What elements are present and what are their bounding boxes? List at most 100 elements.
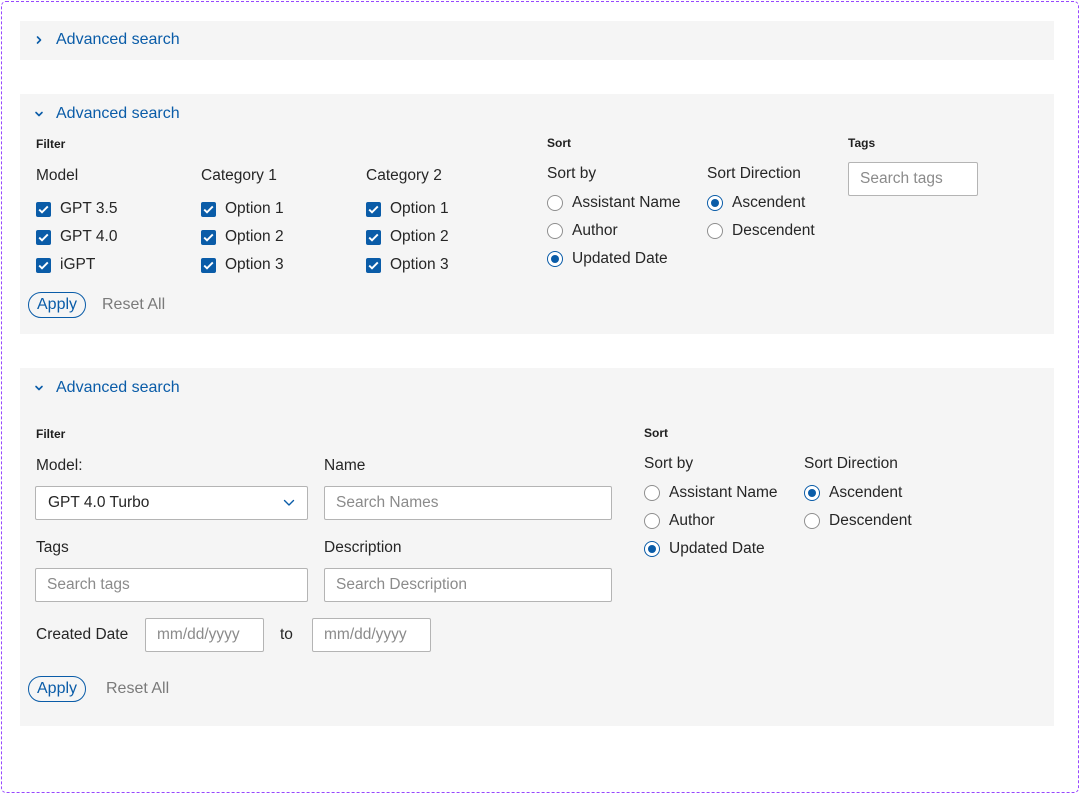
chevron-down-icon (34, 109, 56, 119)
created-date-to-input[interactable] (312, 618, 431, 652)
chevron-right-icon (34, 35, 56, 45)
description-search-input[interactable] (324, 568, 612, 602)
category-2-column-title: Category 2 (366, 167, 442, 184)
tags-search-input[interactable] (35, 568, 308, 602)
sort-section-title: Sort (644, 426, 668, 440)
checkbox-checked-icon (36, 257, 51, 273)
checkbox-category-2-option-2[interactable]: Option 2 (366, 228, 449, 246)
radio-label: Updated Date (669, 540, 765, 557)
checkbox-label: GPT 3.5 (60, 200, 118, 217)
reset-all-button[interactable]: Reset All (102, 292, 165, 318)
checkbox-igpt[interactable]: iGPT (36, 256, 95, 274)
sort-direction-title: Sort Direction (804, 455, 898, 472)
tags-section-title: Tags (848, 136, 876, 150)
checkbox-checked-icon (36, 201, 51, 217)
checkbox-checked-icon (201, 257, 216, 273)
sort-by-title: Sort by (644, 455, 694, 472)
tags-label: Tags (36, 539, 69, 556)
radio-updated-date[interactable]: Updated Date (547, 250, 668, 268)
checkbox-checked-icon (366, 201, 381, 217)
radio-label: Ascendent (732, 194, 806, 211)
apply-button[interactable]: Apply (28, 292, 87, 318)
checkbox-checked-icon (201, 201, 216, 217)
model-select-value: GPT 4.0 Turbo (48, 494, 150, 511)
checkbox-checked-icon (36, 229, 51, 245)
advanced-search-label: Advanced search (56, 31, 180, 48)
radio-selected-icon (804, 485, 820, 501)
checkbox-category-2-option-1[interactable]: Option 1 (366, 200, 449, 218)
radio-selected-icon (644, 541, 660, 557)
radio-label: Updated Date (572, 250, 668, 267)
radio-author[interactable]: Author (644, 512, 715, 530)
checkbox-label: iGPT (60, 256, 96, 273)
checkbox-gpt-3-5[interactable]: GPT 3.5 (36, 200, 117, 218)
radio-label: Descendent (732, 222, 815, 239)
apply-button[interactable]: Apply (28, 676, 87, 702)
radio-author[interactable]: Author (547, 222, 618, 240)
name-label: Name (324, 457, 366, 474)
checkbox-label: Option 2 (390, 228, 449, 245)
model-label: Model: (36, 457, 83, 474)
advanced-search-toggle[interactable]: Advanced search (34, 379, 180, 397)
radio-label: Author (669, 512, 715, 529)
advanced-search-panel-expanded: Advanced search Filter Model: GPT 4.0 Tu… (20, 368, 1054, 726)
checkbox-category-2-option-3[interactable]: Option 3 (366, 256, 449, 274)
advanced-search-label: Advanced search (56, 105, 180, 122)
reset-all-button[interactable]: Reset All (106, 676, 169, 702)
chevron-down-icon (283, 494, 295, 512)
radio-ascendent[interactable]: Ascendent (707, 194, 805, 212)
checkbox-label: GPT 4.0 (60, 228, 118, 245)
description-label: Description (324, 539, 402, 556)
radio-unselected-icon (547, 223, 563, 239)
checkbox-label: Option 3 (390, 256, 449, 273)
checkbox-gpt-4-0[interactable]: GPT 4.0 (36, 228, 117, 246)
radio-assistant-name[interactable]: Assistant Name (644, 484, 778, 502)
radio-unselected-icon (804, 513, 820, 529)
checkbox-label: Option 3 (225, 256, 284, 273)
category-1-column-title: Category 1 (201, 167, 277, 184)
checkbox-category-1-option-3[interactable]: Option 3 (201, 256, 284, 274)
date-range-to-label: to (280, 626, 293, 643)
radio-ascendent[interactable]: Ascendent (804, 484, 902, 502)
checkbox-label: Option 2 (225, 228, 284, 245)
advanced-search-toggle[interactable]: Advanced search (34, 31, 180, 49)
radio-selected-icon (547, 251, 563, 267)
checkbox-checked-icon (201, 229, 216, 245)
checkbox-label: Option 1 (225, 200, 284, 217)
radio-descendent[interactable]: Descendent (707, 222, 815, 240)
checkbox-checked-icon (366, 257, 381, 273)
radio-label: Author (572, 222, 618, 239)
created-date-label: Created Date (36, 626, 129, 643)
sort-direction-title: Sort Direction (707, 165, 801, 182)
checkbox-label: Option 1 (390, 200, 449, 217)
radio-assistant-name[interactable]: Assistant Name (547, 194, 681, 212)
advanced-search-panel-compact: Advanced search Filter Model GPT 3.5 GPT… (20, 94, 1054, 334)
created-date-from-input[interactable] (145, 618, 264, 652)
radio-label: Descendent (829, 512, 912, 529)
radio-label: Assistant Name (572, 194, 681, 211)
checkbox-category-1-option-1[interactable]: Option 1 (201, 200, 284, 218)
chevron-down-icon (34, 383, 56, 393)
radio-unselected-icon (644, 513, 660, 529)
sort-by-title: Sort by (547, 165, 597, 182)
name-search-input[interactable] (324, 486, 612, 520)
model-column-title: Model (36, 167, 79, 184)
advanced-search-panel-collapsed: Advanced search (20, 21, 1054, 60)
checkbox-category-1-option-2[interactable]: Option 2 (201, 228, 284, 246)
tags-search-input[interactable] (848, 162, 978, 196)
radio-descendent[interactable]: Descendent (804, 512, 912, 530)
sort-section-title: Sort (547, 136, 571, 150)
filter-section-title: Filter (36, 427, 66, 441)
radio-label: Assistant Name (669, 484, 778, 501)
checkbox-checked-icon (366, 229, 381, 245)
radio-unselected-icon (547, 195, 563, 211)
filter-section-title: Filter (36, 137, 66, 151)
radio-updated-date[interactable]: Updated Date (644, 540, 765, 558)
advanced-search-toggle[interactable]: Advanced search (34, 105, 180, 123)
radio-unselected-icon (707, 223, 723, 239)
model-select[interactable]: GPT 4.0 Turbo (35, 486, 308, 520)
advanced-search-label: Advanced search (56, 379, 180, 396)
radio-selected-icon (707, 195, 723, 211)
radio-unselected-icon (644, 485, 660, 501)
radio-label: Ascendent (829, 484, 903, 501)
